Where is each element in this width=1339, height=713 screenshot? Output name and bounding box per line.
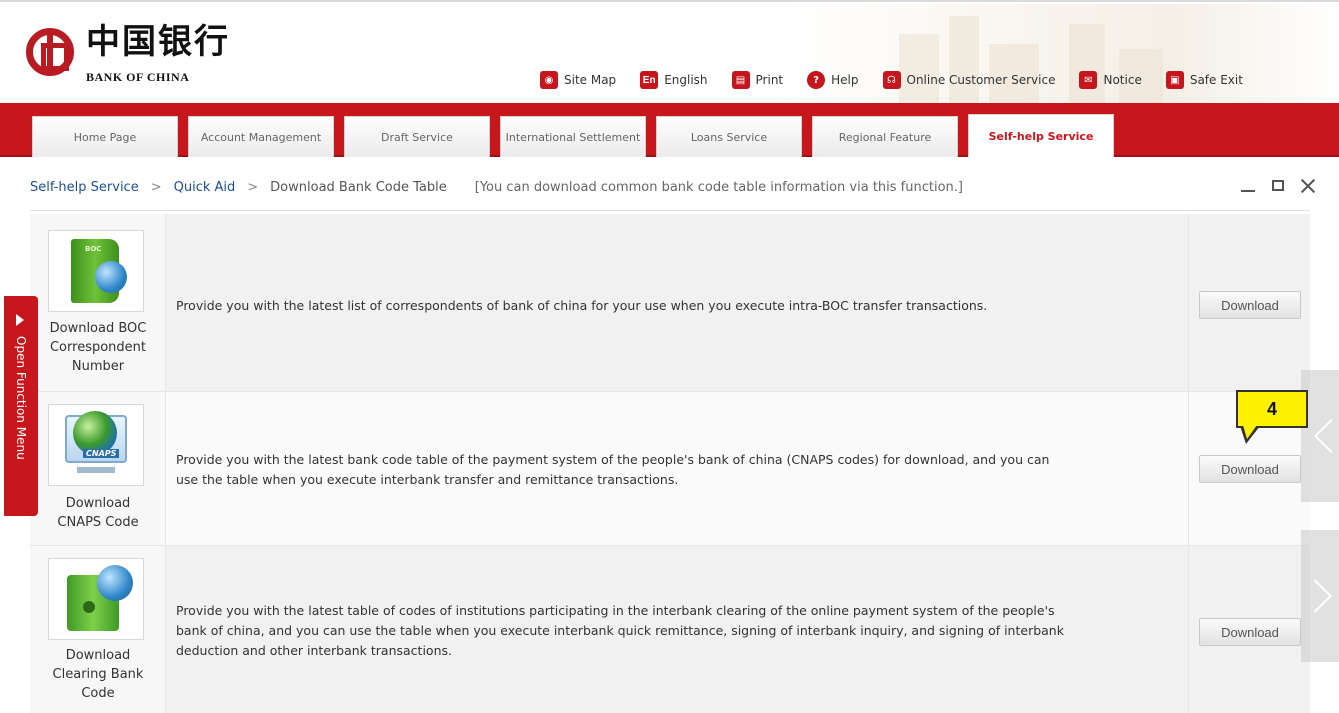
tab-international-settlement[interactable]: International Settlement [500,116,646,157]
main-nav-tabs: Home Page Account Management Draft Servi… [32,114,1124,157]
tab-loans-service[interactable]: Loans Service [656,116,802,157]
next-panel-button[interactable] [1298,530,1339,662]
safe-exit-label: Safe Exit [1189,73,1243,87]
page-hint: [You can download common bank code table… [474,180,963,195]
row-description-line: Provide you with the latest bank code ta… [176,452,1050,467]
download-clearing-bank-code-button[interactable]: Download [1199,618,1301,646]
maximize-icon[interactable] [1269,176,1287,196]
notice-label: Notice [1103,73,1142,87]
tab-self-help-service[interactable]: Self-help Service [968,114,1114,157]
row-action-cell: Download [1188,546,1310,713]
row-title-line: Download BOC [49,321,147,336]
download-boc-correspondent-button[interactable]: Download [1199,291,1301,319]
site-map-label: Site Map [564,73,617,87]
header: 中国银行 BANK OF CHINA ◉ Site Map En English… [0,0,1339,104]
table-row: CNAPS Download CNAPS Code Provide you wi… [30,392,1310,546]
print-link[interactable]: ▤ Print [731,71,784,89]
row-description-line: use the table when you execute interbank… [176,472,679,487]
english-link[interactable]: En English [640,71,708,89]
download-table: Download BOC Correspondent Number Provid… [30,214,1310,713]
boc-book-globe-icon[interactable] [48,230,144,312]
breadcrumb-quick-aid[interactable]: Quick Aid [174,180,236,195]
lock-icon: ▣ [1165,71,1184,89]
main-nav-bar: Home Page Account Management Draft Servi… [0,103,1339,157]
table-row: Download Clearing Bank Code Provide you … [30,546,1310,713]
row-title[interactable]: Download BOC Correspondent Number [30,319,166,376]
bank-of-china-logo[interactable]: 中国银行 BANK OF CHINA [22,20,262,90]
row-icon-cell: Download BOC Correspondent Number [30,214,166,391]
row-description-line: Provide you with the latest table of cod… [176,603,1055,618]
close-icon[interactable] [1299,176,1317,196]
window-controls [1227,176,1317,196]
table-row: Download BOC Correspondent Number Provid… [30,214,1310,392]
cnaps-monitor-globe-icon[interactable]: CNAPS [48,404,144,486]
chevron-left-icon [1314,419,1339,453]
breadcrumb-current-page: Download Bank Code Table [270,180,447,195]
callout-pointer-fill [1243,425,1257,439]
row-title[interactable]: Download Clearing Bank Code [30,646,166,703]
online-customer-service-link[interactable]: ☊ Online Customer Service [882,71,1056,89]
tab-draft-service[interactable]: Draft Service [344,116,490,157]
row-title-line: Number [71,359,125,374]
notice-link[interactable]: ✉ Notice [1079,71,1142,89]
row-description: Provide you with the latest list of corr… [176,296,1176,316]
row-icon-cell: CNAPS Download CNAPS Code [30,392,166,545]
safe-exit-link[interactable]: ▣ Safe Exit [1165,71,1243,89]
row-description-line: deduction and other interbank transactio… [176,643,452,658]
site-map-link[interactable]: ◉ Site Map [540,71,616,89]
caret-right-icon [16,314,24,326]
row-description: Provide you with the latest table of cod… [176,601,1176,661]
help-icon: ? [807,71,826,89]
row-title-line: Download [65,496,131,511]
minimize-icon[interactable] [1239,176,1257,196]
row-description-line: Provide you with the latest list of corr… [176,298,988,313]
breadcrumb-self-help-service[interactable]: Self-help Service [30,180,139,195]
download-cnaps-code-button[interactable]: Download [1199,455,1301,483]
notice-icon: ✉ [1079,71,1098,89]
open-function-menu-label: Open Function Menu [14,336,28,460]
row-title-line: Code [81,686,115,701]
tab-home-page[interactable]: Home Page [32,116,178,157]
english-label: English [664,73,708,87]
tab-account-management[interactable]: Account Management [188,116,334,157]
print-icon: ▤ [731,71,750,89]
step-callout: 4 [1236,390,1308,428]
row-icon-cell: Download Clearing Bank Code [30,546,166,713]
row-action-cell: Download [1188,214,1310,391]
online-customer-service-label: Online Customer Service [906,73,1056,87]
logo-english-name: BANK OF CHINA [86,70,190,84]
breadcrumb-divider [30,210,1310,211]
tab-regional-feature[interactable]: Regional Feature [812,116,958,157]
row-description-line: bank of china, and you can use the table… [176,623,1064,638]
breadcrumb-separator: > [247,180,259,195]
help-link[interactable]: ? Help [807,71,859,89]
print-label: Print [755,73,784,87]
site-map-icon: ◉ [540,71,558,89]
boc-emblem-icon [26,28,74,76]
row-title-line: Download [65,648,131,663]
row-title-line: CNAPS Code [57,515,139,530]
breadcrumb-separator: > [150,180,162,195]
help-label: Help [831,73,859,87]
chevron-right-icon [1298,579,1332,613]
top-utility-links: ◉ Site Map En English ▤ Print ? Help ☊ O… [540,69,1243,91]
row-title[interactable]: Download CNAPS Code [30,494,166,532]
logo-chinese-name: 中国银行 [86,22,230,62]
row-description: Provide you with the latest bank code ta… [176,450,1176,490]
cnaps-tag: CNAPS [83,449,120,458]
row-title-line: Correspondent [49,340,146,355]
english-icon: En [640,71,659,89]
row-title-line: Clearing Bank [52,667,144,682]
open-function-menu-tab[interactable]: Open Function Menu [4,296,38,516]
safe-globe-icon[interactable] [48,558,144,640]
breadcrumb: Self-help Service > Quick Aid > Download… [30,180,963,195]
customer-service-icon: ☊ [882,71,901,89]
